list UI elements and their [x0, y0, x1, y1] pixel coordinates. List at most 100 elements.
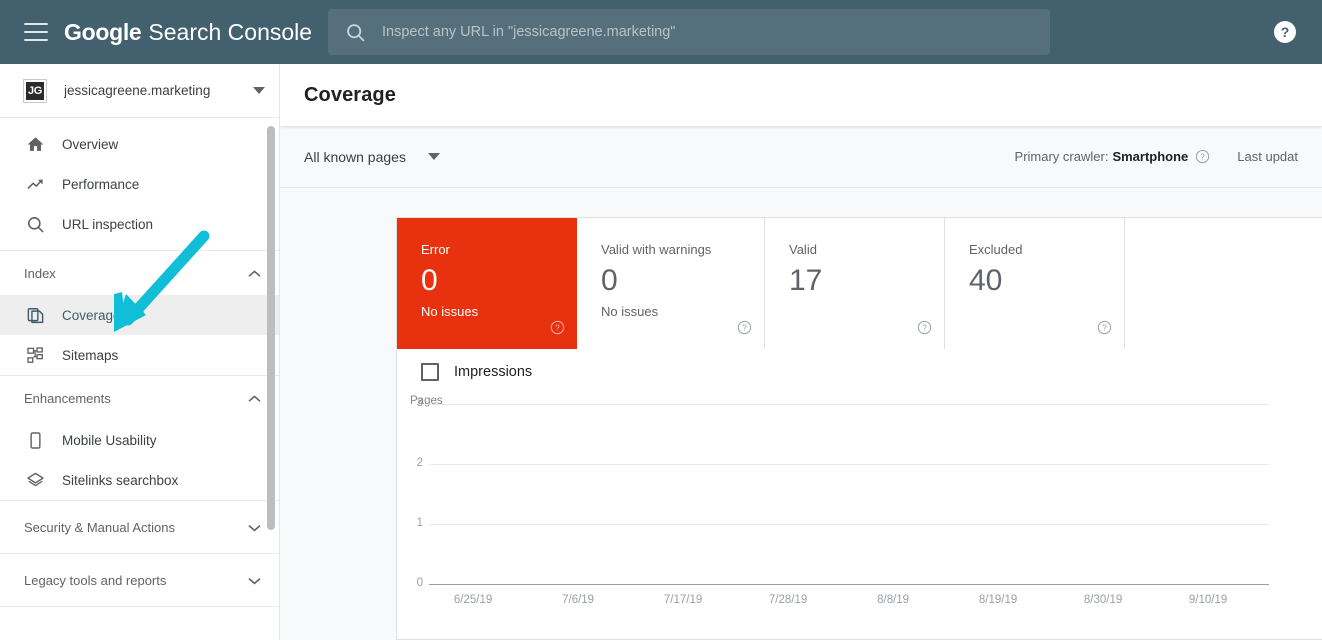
help-circle-outline-icon[interactable]: ? — [737, 320, 752, 340]
chevron-up-icon[interactable] — [248, 266, 261, 281]
sidebar-section-legacy: Legacy tools and reports — [0, 554, 279, 607]
app-brand: Google Search Console — [64, 19, 312, 46]
sidebar-item-sitemaps[interactable]: Sitemaps — [0, 335, 279, 375]
sidebar-item-performance[interactable]: Performance — [0, 164, 279, 204]
status-card-value: 17 — [789, 264, 823, 297]
sidebar-item-url-inspection[interactable]: URL inspection — [0, 204, 279, 244]
sidebar-item-label: Sitelinks searchbox — [62, 472, 179, 488]
help-circle-outline-icon[interactable]: ? — [1097, 320, 1112, 340]
sidebar-section-header-enhancements[interactable]: Enhancements — [0, 376, 279, 420]
search-input-placeholder: Inspect any URL in "jessicagreene.market… — [382, 24, 676, 40]
search-icon — [24, 213, 46, 235]
sidebar-section-title: Index — [24, 265, 56, 281]
x-axis-tick-label: 8/30/19 — [1083, 594, 1123, 606]
chevron-down-icon[interactable] — [427, 148, 440, 166]
report-body: Error 0 No issues ? Valid with warnings … — [280, 188, 1322, 640]
chart-legend: Impressions — [397, 349, 1322, 381]
coverage-chart: Impressions Pages 3210 6/25/19 7/6/19 7/17… — [397, 349, 1322, 639]
status-card-value: 0 — [601, 264, 618, 297]
status-card-value: 40 — [969, 264, 1003, 297]
chart-plot-area: 3 2 1 0 — [397, 397, 1322, 589]
status-card-sub: No issues — [421, 304, 479, 319]
status-card-value: 0 — [421, 264, 438, 297]
sidebar-section-security: Security & Manual Actions — [0, 501, 279, 554]
chevron-up-icon[interactable] — [248, 391, 261, 406]
x-axis-tick-label: 7/28/19 — [768, 594, 808, 606]
x-axis-tick-label: 7/17/19 — [663, 594, 703, 606]
pages-copy-icon — [24, 304, 46, 326]
sidebar-section-title: Security & Manual Actions — [24, 519, 176, 535]
status-card-label: Excluded — [969, 242, 1023, 257]
sidebar-item-label: Overview — [62, 136, 119, 152]
svg-text:?: ? — [742, 324, 747, 333]
scope-dropdown[interactable]: All known pages — [304, 148, 440, 166]
x-axis-labels: 6/25/19 7/6/19 7/17/19 7/28/19 8/8/19 8/19/19… — [397, 594, 1322, 614]
brand-product-text: Search Console — [148, 18, 313, 45]
help-circle-outline-icon[interactable]: ? — [1195, 149, 1210, 164]
chart-gridline — [429, 464, 1269, 465]
status-cards: Error 0 No issues ? Valid with warnings … — [397, 218, 1322, 349]
svg-text:?: ? — [1102, 324, 1107, 333]
chart-gridline — [429, 404, 1269, 405]
sidebar-section-header-index[interactable]: Index — [0, 251, 279, 295]
svg-text:?: ? — [922, 324, 927, 333]
left-sidebar: JG jessicagreene.marketing Overview Perf… — [0, 64, 280, 640]
chevron-down-icon[interactable] — [248, 573, 261, 588]
sidebar-item-overview[interactable]: Overview — [0, 124, 279, 164]
sidebar-item-sitelinks-searchbox[interactable]: Sitelinks searchbox — [0, 460, 279, 500]
svg-text:?: ? — [1201, 153, 1206, 162]
url-inspection-search-bar[interactable]: Inspect any URL in "jessicagreene.market… — [328, 9, 1050, 55]
property-selector[interactable]: JG jessicagreene.marketing — [0, 64, 279, 118]
report-toolbar: All known pages Primary crawler: Smartph… — [280, 126, 1322, 188]
primary-crawler-value: Smartphone — [1112, 149, 1189, 164]
trending-up-icon — [24, 173, 46, 195]
chart-gridline — [429, 584, 1269, 585]
help-circle-outline-icon[interactable]: ? — [917, 320, 932, 340]
sidebar-section-title: Legacy tools and reports — [24, 572, 167, 588]
help-circle-icon[interactable]: ? — [1273, 20, 1297, 44]
property-name: jessicagreene.marketing — [64, 83, 211, 98]
sidebar-nav-scroll-region: Overview Performance URL inspection Inde… — [0, 118, 279, 640]
y-axis-tick-label: 0 — [416, 577, 423, 589]
impressions-label: Impressions — [454, 364, 533, 380]
y-axis-tick-label: 2 — [416, 457, 423, 469]
hamburger-menu-icon[interactable] — [24, 23, 48, 41]
property-avatar: JG — [23, 78, 47, 103]
x-axis-tick-label: 9/10/19 — [1188, 594, 1228, 606]
chart-gridline — [429, 524, 1269, 525]
status-card-label: Valid with warnings — [601, 242, 712, 257]
impressions-checkbox[interactable] — [421, 363, 439, 381]
status-cards-filler — [1125, 218, 1322, 349]
sidebar-item-label: Coverage — [62, 307, 121, 323]
sidebar-section-index: Index Coverage Sitemaps — [0, 251, 279, 376]
status-card-valid[interactable]: Valid 17 ? — [765, 218, 945, 349]
status-card-error[interactable]: Error 0 No issues ? — [397, 218, 577, 349]
sidebar-section-enhancements: Enhancements Mobile Usability Sitelinks … — [0, 376, 279, 501]
sidebar-item-coverage[interactable]: Coverage — [0, 295, 279, 335]
help-circle-outline-icon[interactable]: ? — [550, 320, 565, 340]
scope-dropdown-label: All known pages — [304, 148, 406, 165]
sidebar-section-header-security[interactable]: Security & Manual Actions — [0, 501, 279, 553]
chevron-down-icon[interactable] — [248, 520, 261, 535]
sidebar-item-label: Sitemaps — [62, 347, 119, 363]
brand-google-text: Google — [64, 18, 142, 45]
sidebar-section-title: Enhancements — [24, 390, 111, 406]
sitemap-tree-icon — [24, 344, 46, 366]
status-card-excluded[interactable]: Excluded 40 ? — [945, 218, 1125, 349]
home-icon — [24, 133, 46, 155]
sidebar-scrollbar-thumb[interactable] — [267, 126, 275, 530]
sidebar-item-mobile-usability[interactable]: Mobile Usability — [0, 420, 279, 460]
main-content: Coverage All known pages Primary crawler… — [280, 64, 1322, 640]
sidebar-item-label: URL inspection — [62, 216, 154, 232]
status-card-sub: No issues — [601, 304, 659, 319]
sidebar-section-header-legacy[interactable]: Legacy tools and reports — [0, 554, 279, 606]
top-app-bar: Google Search Console Inspect any URL in… — [0, 0, 1322, 64]
y-axis-tick-label: 3 — [416, 397, 423, 409]
status-card-valid-with-warnings[interactable]: Valid with warnings 0 No issues ? — [577, 218, 765, 349]
status-card-label: Valid — [789, 242, 817, 257]
toolbar-right-info: Primary crawler: Smartphone ? Last updat — [1015, 149, 1298, 164]
search-icon — [345, 22, 366, 43]
sidebar-item-label: Mobile Usability — [62, 432, 157, 448]
sidebar-scrollbar[interactable] — [267, 118, 275, 640]
chevron-down-icon[interactable] — [253, 82, 265, 100]
